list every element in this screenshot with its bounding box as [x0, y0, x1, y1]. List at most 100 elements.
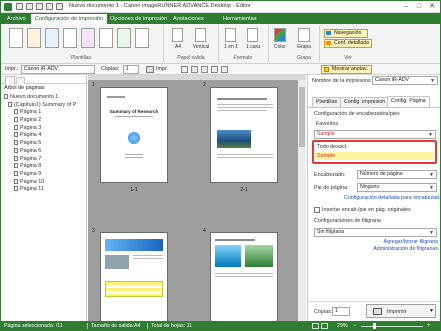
detailed-settings-label: Conf. detallada [334, 40, 369, 46]
fit-page-icon[interactable] [312, 323, 319, 329]
dropdown-option-todo-desact[interactable]: Todo desact. [317, 144, 348, 150]
paper-size-icon[interactable] [172, 28, 183, 42]
header-select[interactable]: Número de página ▼ [357, 170, 437, 179]
copies-input[interactable]: 1 [123, 65, 139, 74]
duplex-icon[interactable] [247, 28, 258, 42]
layout-icon[interactable] [225, 28, 236, 42]
duplex-label[interactable]: 1 cara [242, 44, 264, 50]
template-2-icon[interactable] [27, 28, 41, 48]
favorites-select[interactable]: Sample ▼ [314, 130, 436, 139]
page-thumbnail-4[interactable] [210, 232, 278, 321]
left-pane-tabs [1, 75, 87, 84]
template-5-icon[interactable] [81, 28, 95, 48]
printer-icon[interactable] [146, 66, 154, 73]
page-icon [14, 163, 18, 169]
printer-select[interactable]: Canon iR-ADV [21, 65, 95, 74]
tab-configuracion-impresion[interactable]: Configuración de impresión [31, 14, 108, 24]
printer-name-select[interactable]: Canon iR-ADV ▼ [372, 76, 438, 85]
tab-config-pagina[interactable]: Config. Página [387, 96, 430, 107]
staple-icon[interactable] [298, 28, 310, 42]
tab-anotaciones[interactable]: Anotaciones [169, 14, 208, 24]
paper-size-label[interactable]: A4 [166, 44, 190, 50]
add-watermark-link[interactable]: Agregar/borrar filigrana [368, 239, 438, 245]
tab-plantillas[interactable]: Plantillas [312, 97, 342, 107]
tool-icon-5[interactable] [221, 66, 228, 73]
tree-page-5[interactable]: Página 5 [4, 140, 76, 148]
layout-label[interactable]: 1 en 1 [220, 44, 242, 50]
zoom-in-icon[interactable]: + [427, 321, 431, 330]
tree-root[interactable]: Nuevo documento 1 [4, 94, 76, 102]
save-icon[interactable] [26, 3, 33, 10]
template-4-icon[interactable] [63, 28, 77, 48]
new-document-icon[interactable] [16, 3, 23, 10]
tree-page-8[interactable]: Página 8 [4, 163, 76, 171]
tree-page-4[interactable]: Página 4 [4, 132, 76, 140]
dropdown-option-sample[interactable]: Sample [315, 152, 434, 160]
page-thumbnail-2[interactable] [210, 87, 278, 183]
page-icon [14, 170, 18, 176]
bookmark-tab-icon[interactable] [16, 77, 25, 84]
tree-page-9[interactable]: Página 9 [4, 170, 76, 179]
tab-opciones-impresion[interactable]: Opciones de impresión [106, 14, 171, 24]
tab-config-impresion[interactable]: Config. impresión [340, 97, 390, 107]
template-7-icon[interactable] [117, 28, 131, 48]
tool-icon-3[interactable] [201, 66, 208, 73]
redo-icon[interactable] [46, 3, 53, 10]
photo-image [245, 245, 273, 267]
tree-page-7[interactable]: Página 7 [4, 155, 76, 164]
template-8-icon[interactable] [135, 28, 149, 48]
zoom-slider-thumb[interactable] [373, 323, 376, 329]
staple-label[interactable]: Grapa [293, 44, 315, 50]
bottom-copies-input[interactable]: 1 [332, 307, 350, 316]
insert-original-checkbox[interactable] [314, 207, 320, 213]
tree-page-3[interactable]: Página 3 [4, 124, 76, 133]
manage-watermark-link[interactable]: Administración de filigranas [358, 246, 438, 252]
print-quick-icon[interactable] [56, 3, 63, 10]
page-thumbnail-1[interactable]: Summary of Research [100, 87, 168, 183]
tab-herramientas[interactable]: Herramientas [219, 14, 261, 24]
tree-page-2[interactable]: Página 2 [4, 117, 76, 125]
tool-icon-4[interactable] [211, 66, 218, 73]
maximize-button[interactable]: □ [413, 2, 425, 12]
tree-page-1[interactable]: Página 1 [4, 109, 76, 117]
tree-chapter[interactable]: (Capítulo1) Summary of P [4, 101, 76, 110]
page-preview-area[interactable]: 1 Summary of Research 1-1 2 2-1 3 4 [88, 75, 306, 321]
template-3-icon[interactable] [45, 28, 59, 48]
page-tree-pane: Árbol de páginas Nuevo documento 1 (Capí… [1, 75, 87, 321]
tool-icon-2[interactable] [191, 66, 198, 73]
dropdown-option-sample-label: Sample [317, 153, 336, 159]
orientation-icon[interactable] [195, 28, 206, 42]
tree-page-10[interactable]: Página 10 [4, 178, 76, 187]
header-value: Número de página [360, 171, 403, 177]
page-tree-tab-icon[interactable] [5, 76, 15, 84]
fit-width-icon[interactable] [321, 323, 328, 329]
detailed-header-footer-link[interactable]: Configuración detallada para encabezado/… [344, 195, 439, 201]
template-1-icon[interactable] [9, 28, 23, 48]
template-6-icon[interactable] [99, 28, 113, 48]
print-button[interactable]: Imprimir ▼ [366, 304, 436, 318]
page-thumbnail-3[interactable] [100, 232, 168, 321]
watermark-select[interactable]: Sin filigrana ▼ [314, 228, 437, 237]
color-label[interactable]: Color [269, 44, 291, 50]
zoom-out-icon[interactable]: − [353, 321, 357, 330]
tree-page-label: Página 6 [20, 147, 42, 154]
tree-page-11[interactable]: Página 11 [4, 186, 76, 194]
minimize-button[interactable]: – [400, 2, 412, 12]
tree-page-6[interactable]: Página 6 [4, 147, 76, 156]
print-toolbar-label[interactable]: Impr. [156, 66, 168, 72]
color-icon[interactable] [274, 28, 286, 42]
tab-archivo[interactable]: Archivo [3, 14, 30, 24]
zoom-slider[interactable] [361, 326, 423, 327]
group-label-formato: Formato [233, 55, 253, 61]
page-text-line [217, 98, 267, 100]
orientation-label[interactable]: Vertical [189, 44, 213, 50]
footer-select[interactable]: Ninguno ▼ [357, 183, 437, 192]
ribbon: Plantillas A4 Vertical Papel salida 1 en… [1, 24, 440, 64]
tool-icon-1[interactable] [181, 66, 188, 73]
detailed-settings-toggle[interactable]: Conf. detallada [324, 39, 372, 48]
preview-scrollbar-thumb[interactable] [299, 87, 305, 147]
close-button[interactable]: ✕ [426, 2, 438, 12]
undo-icon[interactable] [36, 3, 43, 10]
page-number: 1 [92, 82, 95, 88]
page-number: 2 [203, 82, 206, 88]
